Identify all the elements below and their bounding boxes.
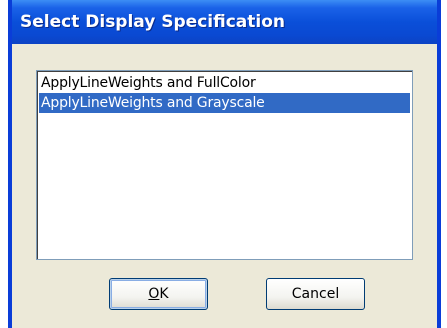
dialog-window: Select Display Specification ApplyLineWe…: [8, 0, 441, 328]
ok-button-rest: K: [159, 286, 169, 302]
dialog-title: Select Display Specification: [12, 0, 437, 44]
ok-button[interactable]: OK: [109, 278, 208, 310]
ok-button-mnemonic: O: [148, 286, 160, 302]
display-spec-listbox[interactable]: ApplyLineWeights and FullColor ApplyLine…: [36, 70, 413, 260]
list-item-fullcolor[interactable]: ApplyLineWeights and FullColor: [39, 73, 410, 93]
cancel-button-label: Cancel: [291, 286, 340, 302]
ok-button-label: OK: [148, 286, 168, 302]
cancel-button[interactable]: Cancel: [266, 278, 365, 310]
list-item-grayscale[interactable]: ApplyLineWeights and Grayscale: [39, 93, 410, 113]
